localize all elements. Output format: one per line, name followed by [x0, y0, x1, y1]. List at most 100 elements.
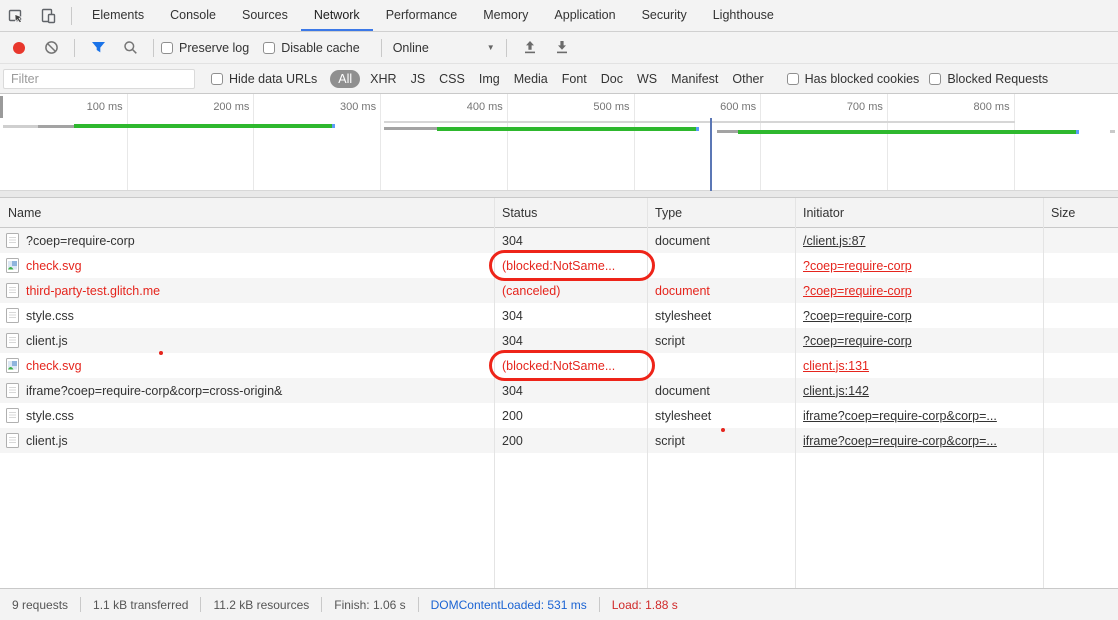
document-icon: [6, 283, 19, 298]
clear-network-log-icon[interactable]: [38, 36, 64, 60]
preserve-log-label: Preserve log: [179, 41, 249, 55]
preserve-log-checkbox[interactable]: [161, 42, 173, 54]
request-type: document: [647, 284, 795, 298]
request-row[interactable]: style.css 304 stylesheet ?coep=require-c…: [0, 303, 1118, 328]
tab-security[interactable]: Security: [629, 0, 700, 31]
initiator-link[interactable]: ?coep=require-corp: [803, 284, 912, 298]
blocked-requests-label: Blocked Requests: [947, 72, 1048, 86]
filter-icon[interactable]: [85, 36, 111, 60]
request-type: document: [647, 384, 795, 398]
initiator-link[interactable]: client.js:142: [803, 384, 869, 398]
blocked-requests-checkbox[interactable]: [929, 73, 941, 85]
resources-size: 11.2 kB resources: [201, 598, 321, 612]
ruler-tick-label: 700 ms: [847, 101, 887, 113]
has-blocked-cookies-label: Has blocked cookies: [805, 72, 920, 86]
hide-data-urls-label: Hide data URLs: [229, 72, 317, 86]
waterfall-bar: [1076, 130, 1079, 134]
type-filter-other[interactable]: Other: [732, 72, 763, 86]
initiator-link[interactable]: ?coep=require-corp: [803, 259, 912, 273]
tab-lighthouse[interactable]: Lighthouse: [700, 0, 787, 31]
type-filter-css[interactable]: CSS: [439, 72, 465, 86]
divider: [381, 39, 382, 57]
tab-network[interactable]: Network: [301, 0, 373, 31]
request-name: iframe?coep=require-corp&corp=cross-orig…: [26, 384, 282, 398]
device-toolbar-icon[interactable]: [35, 4, 61, 28]
ruler-tick-label: 800 ms: [974, 101, 1014, 113]
initiator-link[interactable]: iframe?coep=require-corp&corp=...: [803, 434, 997, 448]
initiator-link[interactable]: client.js:131: [803, 359, 869, 373]
initiator-link[interactable]: iframe?coep=require-corp&corp=...: [803, 409, 997, 423]
network-statusbar: 9 requests 1.1 kB transferred 11.2 kB re…: [0, 588, 1118, 620]
ruler-gridline: [127, 94, 128, 190]
request-status: 304: [494, 384, 647, 398]
waterfall-bar: [738, 130, 1076, 134]
ruler-gridline: [634, 94, 635, 190]
column-header-size[interactable]: Size: [1043, 206, 1118, 220]
disable-cache-checkbox[interactable]: [263, 42, 275, 54]
ruler-gridline: [887, 94, 888, 190]
network-overview[interactable]: 100 ms200 ms300 ms400 ms500 ms600 ms700 …: [0, 94, 1118, 198]
type-filter-img[interactable]: Img: [479, 72, 500, 86]
request-row[interactable]: check.svg (blocked:NotSame... ?coep=requ…: [0, 253, 1118, 278]
ruler-tick-label: 500 ms: [593, 101, 633, 113]
request-name: check.svg: [26, 359, 82, 373]
tab-performance[interactable]: Performance: [373, 0, 471, 31]
column-header-type[interactable]: Type: [647, 206, 795, 220]
requests-count: 9 requests: [0, 598, 80, 612]
type-filter-media[interactable]: Media: [514, 72, 548, 86]
type-filter-xhr[interactable]: XHR: [370, 72, 396, 86]
column-header-initiator[interactable]: Initiator: [795, 206, 1043, 220]
ruler-tick-label: 400 ms: [467, 101, 507, 113]
request-status: 304: [494, 309, 647, 323]
divider: [506, 39, 507, 57]
request-row[interactable]: ?coep=require-corp 304 document /client.…: [0, 228, 1118, 253]
request-name: client.js: [26, 434, 68, 448]
waterfall-bar: [1110, 130, 1115, 133]
import-har-icon[interactable]: [517, 36, 543, 60]
filter-input[interactable]: [3, 69, 195, 89]
request-status: (blocked:NotSame...: [494, 359, 647, 373]
type-filter-js[interactable]: JS: [411, 72, 426, 86]
type-filter-doc[interactable]: Doc: [601, 72, 623, 86]
waterfall-bar: [717, 130, 738, 133]
request-status: 304: [494, 234, 647, 248]
request-name: third-party-test.glitch.me: [26, 284, 160, 298]
tab-console[interactable]: Console: [157, 0, 229, 31]
type-filter-all[interactable]: All: [330, 70, 360, 88]
initiator-link[interactable]: ?coep=require-corp: [803, 334, 912, 348]
search-icon[interactable]: [117, 36, 143, 60]
request-row[interactable]: third-party-test.glitch.me (canceled) do…: [0, 278, 1118, 303]
request-row[interactable]: iframe?coep=require-corp&corp=cross-orig…: [0, 378, 1118, 403]
tab-memory[interactable]: Memory: [470, 0, 541, 31]
initiator-link[interactable]: ?coep=require-corp: [803, 309, 912, 323]
has-blocked-cookies-checkbox[interactable]: [787, 73, 799, 85]
record-network-log-icon[interactable]: [6, 36, 32, 60]
hide-data-urls-checkbox[interactable]: [211, 73, 223, 85]
type-filter-ws[interactable]: WS: [637, 72, 657, 86]
request-row[interactable]: client.js 304 script ?coep=require-corp: [0, 328, 1118, 353]
type-filter-manifest[interactable]: Manifest: [671, 72, 718, 86]
type-filter-font[interactable]: Font: [562, 72, 587, 86]
tab-elements[interactable]: Elements: [79, 0, 157, 31]
ruler-gridline: [507, 94, 508, 190]
tab-application[interactable]: Application: [541, 0, 628, 31]
initiator-link[interactable]: /client.js:87: [803, 234, 866, 248]
column-header-status[interactable]: Status: [494, 206, 647, 220]
export-har-icon[interactable]: [549, 36, 575, 60]
ruler-gridline: [253, 94, 254, 190]
inspect-element-icon[interactable]: [3, 4, 29, 28]
document-icon: [6, 408, 19, 423]
request-row[interactable]: style.css 200 stylesheet iframe?coep=req…: [0, 403, 1118, 428]
disable-cache-label: Disable cache: [281, 41, 360, 55]
waterfall-bar: [384, 127, 437, 130]
divider: [74, 39, 75, 57]
document-icon: [6, 433, 19, 448]
load-time: Load: 1.88 s: [600, 598, 690, 612]
throttling-dropdown[interactable]: Online ▼: [393, 41, 495, 55]
request-row[interactable]: check.svg (blocked:NotSame... client.js:…: [0, 353, 1118, 378]
domcontentloaded-time: DOMContentLoaded: 531 ms: [419, 598, 599, 612]
document-icon: [6, 333, 19, 348]
tab-sources[interactable]: Sources: [229, 0, 301, 31]
request-row[interactable]: client.js 200 script iframe?coep=require…: [0, 428, 1118, 453]
column-header-name[interactable]: Name: [0, 206, 494, 220]
